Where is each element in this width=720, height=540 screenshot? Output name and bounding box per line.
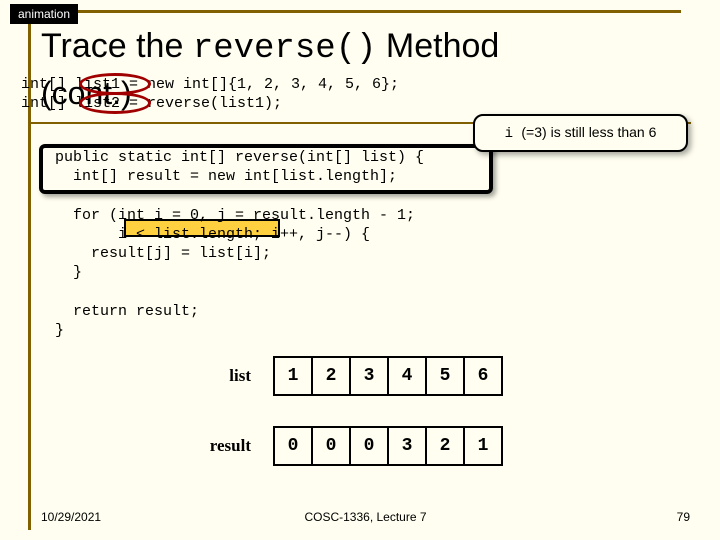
function-code-block: public static int[] reverse(int[] list) … <box>55 148 424 340</box>
array-row-list: list 1 2 3 4 5 6 <box>161 355 503 397</box>
result-cell: 3 <box>387 426 427 466</box>
array-cells-list: 1 2 3 4 5 6 <box>273 356 503 396</box>
list-cell: 6 <box>463 356 503 396</box>
result-cell: 2 <box>425 426 465 466</box>
arrays-area: list 1 2 3 4 5 6 result 0 0 0 3 2 1 <box>161 355 503 495</box>
hint-post: is still less than 6 <box>547 124 657 140</box>
list-cell: 1 <box>273 356 313 396</box>
footer-center: COSC-1336, Lecture 7 <box>41 510 690 524</box>
title-code: reverse() <box>193 30 377 68</box>
result-cell: 1 <box>463 426 503 466</box>
array-label-list: list <box>161 366 251 386</box>
animation-tag: animation <box>10 4 78 24</box>
slide-footer: 10/29/2021 COSC-1336, Lecture 7 79 <box>41 510 690 524</box>
result-cell: 0 <box>349 426 389 466</box>
array-cells-result: 0 0 0 3 2 1 <box>273 426 503 466</box>
slide-content: Trace the reverse() Method int[] list1 =… <box>28 10 700 530</box>
list-cell: 3 <box>349 356 389 396</box>
list-cell: 2 <box>311 356 351 396</box>
hint-callout: i (=3) is still less than 6 <box>473 114 688 152</box>
title-pre: Trace the <box>41 27 193 65</box>
list-cell: 4 <box>387 356 427 396</box>
result-cell: 0 <box>273 426 313 466</box>
list-cell: 5 <box>425 356 465 396</box>
hint-eq: (=3) <box>521 124 546 140</box>
array-row-result: result 0 0 0 3 2 1 <box>161 425 503 467</box>
slide-title: Trace the reverse() Method <box>31 10 681 68</box>
result-cell: 0 <box>311 426 351 466</box>
array-label-result: result <box>161 436 251 456</box>
highlight-oval-list2 <box>79 92 151 114</box>
hint-var: i <box>505 126 522 142</box>
title-post: Method <box>376 27 499 65</box>
